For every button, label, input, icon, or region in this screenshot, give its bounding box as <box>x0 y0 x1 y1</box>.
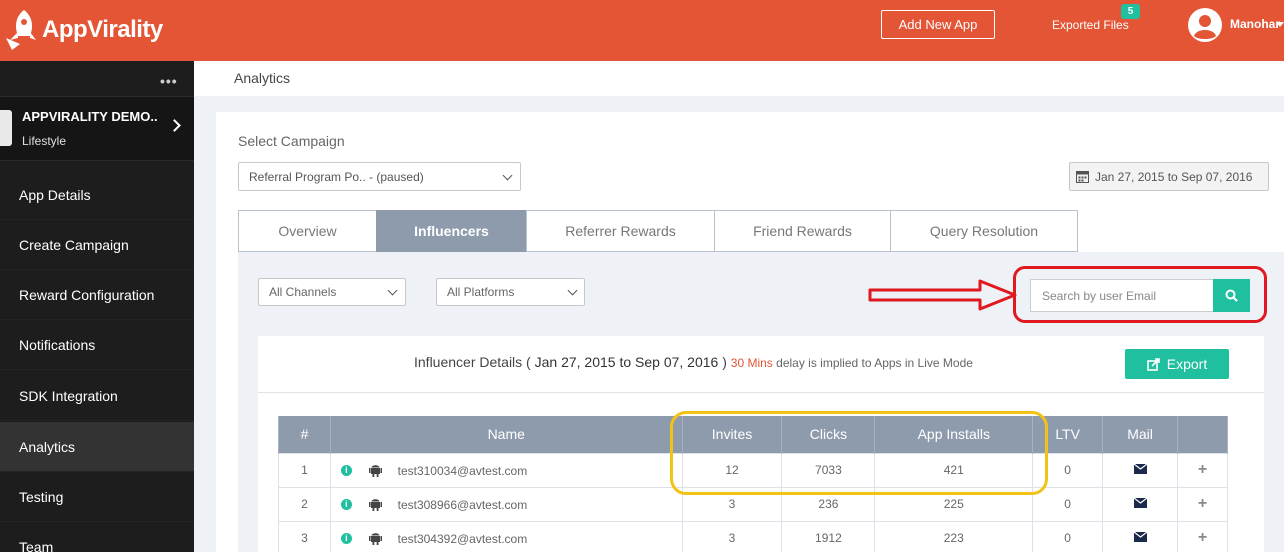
export-button[interactable]: Export <box>1125 349 1229 379</box>
sidebar-item-app-details[interactable]: App Details <box>0 170 194 220</box>
user-avatar-icon[interactable] <box>1188 8 1222 42</box>
row-mail[interactable] <box>1102 486 1178 522</box>
platforms-filter[interactable]: All Platforms <box>436 278 585 306</box>
rocket-icon <box>6 10 36 50</box>
platforms-filter-value: All Platforms <box>447 285 515 299</box>
row-name: i test308966@avtest.com <box>329 486 683 522</box>
red-highlight-annotation <box>1013 266 1267 323</box>
date-range-value: Jan 27, 2015 to Sep 07, 2016 <box>1095 169 1253 184</box>
export-label: Export <box>1166 356 1208 372</box>
info-icon[interactable]: i <box>340 464 352 476</box>
details-title-prefix: Influencer Details ( <box>414 354 535 370</box>
plus-icon[interactable]: + <box>1198 529 1207 546</box>
col-header-number[interactable]: # <box>278 416 331 453</box>
more-icon[interactable]: ••• <box>160 73 178 89</box>
row-mail[interactable] <box>1102 452 1178 488</box>
info-icon[interactable]: i <box>340 532 352 544</box>
chevron-down-icon <box>387 285 398 296</box>
breadcrumb: Analytics <box>234 70 291 86</box>
user-name[interactable]: Manohar <box>1230 17 1280 31</box>
app-name: APPVIRALITY DEMO.. <box>22 109 158 124</box>
sidebar-item-notifications[interactable]: Notifications <box>0 320 194 370</box>
row-email[interactable]: test304392@avtest.com <box>398 531 528 545</box>
row-email[interactable]: test310034@avtest.com <box>398 463 528 477</box>
select-campaign-label: Select Campaign <box>238 133 345 149</box>
row-clicks: 1912 <box>781 520 876 552</box>
row-invites: 3 <box>681 520 783 552</box>
info-icon[interactable]: i <box>340 498 352 510</box>
export-icon <box>1146 357 1160 371</box>
channels-filter-value: All Channels <box>269 285 337 299</box>
tab-overview[interactable]: Overview <box>238 210 376 252</box>
exported-files-link[interactable]: Exported Files <box>1052 18 1129 32</box>
row-number: 2 <box>278 486 331 522</box>
tab-influencers[interactable]: Influencers <box>376 210 526 259</box>
row-ltv: 0 <box>1032 486 1104 522</box>
app-thumbnail <box>0 110 12 146</box>
row-expand[interactable]: + <box>1177 520 1228 552</box>
mail-icon[interactable] <box>1133 463 1147 474</box>
tab-friend-rewards[interactable]: Friend Rewards <box>714 210 890 252</box>
col-header-mail: Mail <box>1102 416 1178 453</box>
details-title-range: Jan 27, 2015 to Sep 07, 2016 <box>534 354 719 370</box>
row-ltv: 0 <box>1032 520 1104 552</box>
yellow-highlight-annotation <box>670 411 1048 495</box>
brand-name: AppVirality <box>42 16 163 43</box>
top-bar: AppVirality Add New App Exported Files 5… <box>0 0 1284 61</box>
android-icon <box>369 465 383 478</box>
app-switcher[interactable]: APPVIRALITY DEMO.. Lifestyle <box>0 96 194 161</box>
col-header-actions <box>1177 416 1228 453</box>
add-new-app-button[interactable]: Add New App <box>881 10 995 39</box>
details-title: Influencer Details ( Jan 27, 2015 to Sep… <box>414 354 973 370</box>
date-range-picker[interactable]: Jan 27, 2015 to Sep 07, 2016 <box>1069 162 1269 191</box>
row-mail[interactable] <box>1102 520 1178 552</box>
sidebar-item-testing[interactable]: Testing <box>0 472 194 522</box>
android-icon <box>369 499 383 512</box>
android-icon <box>369 533 383 546</box>
sidebar-item-sdk-integration[interactable]: SDK Integration <box>0 371 194 421</box>
chevron-right-icon[interactable] <box>168 119 181 132</box>
tab-query-resolution[interactable]: Query Resolution <box>890 210 1078 252</box>
influencers-content: All Channels All Platforms Influencer De… <box>238 252 1284 552</box>
delay-text: delay is implied to Apps in Live Mode <box>772 356 973 370</box>
sidebar: ••• APPVIRALITY DEMO.. Lifestyle App Det… <box>0 61 194 552</box>
exported-count-badge: 5 <box>1121 4 1140 19</box>
col-header-name[interactable]: Name <box>329 416 683 453</box>
app-category: Lifestyle <box>22 134 67 148</box>
row-name: i test304392@avtest.com <box>329 520 683 552</box>
chevron-down-icon[interactable] <box>1276 22 1284 27</box>
row-number: 1 <box>278 452 331 488</box>
breadcrumb-bar: Analytics <box>194 61 1284 96</box>
calendar-icon <box>1076 171 1089 183</box>
channels-filter[interactable]: All Channels <box>258 278 406 306</box>
sidebar-item-create-campaign[interactable]: Create Campaign <box>0 220 194 270</box>
row-email[interactable]: test308966@avtest.com <box>398 497 528 511</box>
table-row[interactable]: 3 i test304392@avtest.com 3 1912 223 0 + <box>278 520 1228 552</box>
chevron-down-icon <box>502 170 513 181</box>
sidebar-item-reward-configuration[interactable]: Reward Configuration <box>0 270 194 320</box>
details-title-suffix: ) <box>718 354 727 370</box>
divider <box>258 392 1264 393</box>
mail-icon[interactable] <box>1133 531 1147 542</box>
analytics-tabs: Overview Influencers Referrer Rewards Fr… <box>238 210 1078 259</box>
delay-highlight: 30 Mins <box>730 356 773 370</box>
row-name: i test310034@avtest.com <box>329 452 683 488</box>
row-expand[interactable]: + <box>1177 452 1228 488</box>
row-installs: 223 <box>874 520 1034 552</box>
brand-logo[interactable]: AppVirality <box>4 8 163 52</box>
row-expand[interactable]: + <box>1177 486 1228 522</box>
red-arrow-annotation <box>868 279 1017 311</box>
mail-icon[interactable] <box>1133 497 1147 508</box>
campaign-select-value: Referral Program Po.. - (paused) <box>249 169 424 184</box>
chevron-down-icon <box>567 285 578 296</box>
plus-icon[interactable]: + <box>1198 495 1207 512</box>
sidebar-item-analytics[interactable]: Analytics <box>0 422 194 472</box>
row-number: 3 <box>278 520 331 552</box>
tab-referrer-rewards[interactable]: Referrer Rewards <box>526 210 714 252</box>
sidebar-item-team[interactable]: Team <box>0 522 194 552</box>
campaign-select[interactable]: Referral Program Po.. - (paused) <box>238 162 521 191</box>
plus-icon[interactable]: + <box>1198 461 1207 478</box>
